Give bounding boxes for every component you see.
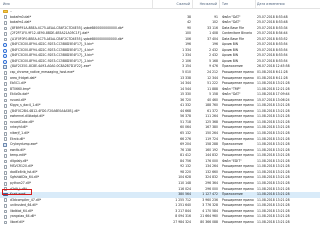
file-icon <box>3 15 8 20</box>
file-icon <box>3 93 8 97</box>
file-icon <box>3 187 8 192</box>
file-icon <box>3 115 8 120</box>
file-icon <box>3 137 8 142</box>
file-compressed-size: 80 366 088 <box>200 219 218 224</box>
file-icon <box>3 198 8 203</box>
file-icon <box>3 148 8 153</box>
file-icon <box>3 215 8 219</box>
app-icon <box>3 65 8 70</box>
file-list: .. bakafm0.dat* 38 91 Файл "DAT" 25.07.2018 8… <box>0 9 320 225</box>
file-icon <box>3 165 8 169</box>
folder-up-icon <box>3 10 8 14</box>
file-blue-icon <box>3 43 8 47</box>
file-icon <box>3 120 8 125</box>
file-blue-icon <box>3 54 8 59</box>
file-icon <box>3 109 8 114</box>
column-header-name[interactable]: Имя <box>3 0 153 8</box>
column-header-type[interactable]: Тип <box>222 0 256 8</box>
file-icon <box>3 170 8 175</box>
file-icon <box>3 209 8 214</box>
column-header-compressed[interactable]: Несжатый <box>193 0 220 8</box>
file-icon <box>3 131 8 136</box>
file-date: 11.08.2018 13:21:28 <box>257 219 290 224</box>
file-icon <box>3 104 8 108</box>
file-icon <box>3 126 8 131</box>
file-icon <box>3 26 8 31</box>
file-icon <box>3 176 8 181</box>
file-size: 27 984 324 <box>173 219 191 224</box>
file-name: libcef.dll* <box>10 219 25 224</box>
file-icon <box>3 204 8 208</box>
file-icon <box>3 87 8 92</box>
exe-icon <box>3 193 8 197</box>
file-icon <box>3 159 8 164</box>
column-header-date[interactable]: Дата изменения <box>257 0 317 8</box>
file-icon <box>3 220 8 225</box>
file-icon <box>3 37 8 42</box>
file-icon <box>3 98 8 103</box>
column-header-bar: Имя Сжатый Несжатый Тип Дата изменения <box>0 0 320 9</box>
file-icon <box>3 76 8 81</box>
file-row[interactable]: libcef.dll* 27 984 324 80 366 088 Расширени… <box>0 220 320 226</box>
file-icon <box>3 154 8 158</box>
file-icon <box>3 32 8 36</box>
file-blue-icon <box>3 48 8 53</box>
file-blue-icon <box>3 59 8 64</box>
file-type: Расширение приложения <box>222 219 254 224</box>
file-icon <box>3 82 8 86</box>
archive-file-list-window: Имя Сжатый Несжатый Тип Дата изменения .… <box>0 0 320 244</box>
file-icon <box>3 70 8 75</box>
file-icon <box>3 181 8 186</box>
app-icon <box>3 143 8 147</box>
file-icon <box>3 20 8 25</box>
column-header-size[interactable]: Сжатый <box>158 0 193 8</box>
